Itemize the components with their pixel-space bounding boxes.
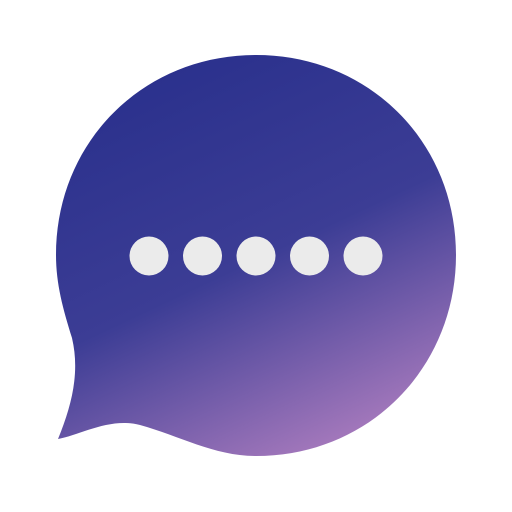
chat-bubble-icon xyxy=(56,55,456,456)
icon-canvas xyxy=(0,0,512,512)
typing-dot xyxy=(343,236,383,276)
typing-dot xyxy=(183,236,222,276)
typing-dot xyxy=(290,236,329,276)
typing-dot xyxy=(129,236,169,276)
typing-dot xyxy=(236,236,276,276)
